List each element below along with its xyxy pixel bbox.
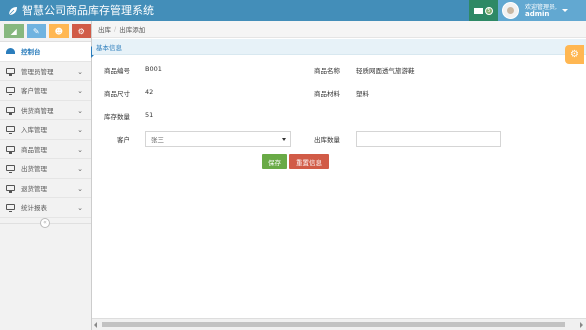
breadcrumb-item-current: 出库添加 [119, 26, 146, 34]
sidebar-item-label: 客户管理 [21, 87, 47, 96]
avatar [502, 2, 519, 19]
top-navbar: 智慧公司商品库存管理系统 5 欢迎管理员, admin [0, 0, 586, 21]
settings-button[interactable]: ⚙ [565, 45, 584, 64]
section-title: 基本信息 [96, 43, 122, 52]
monitor-icon [6, 126, 15, 135]
scroll-left-icon[interactable] [94, 322, 97, 328]
dropdown-arrow-icon [282, 138, 286, 141]
monitor-icon [6, 204, 15, 213]
chevron-down-icon: ⌄ [77, 184, 83, 193]
sidebar-item-admin[interactable]: 管理员管理 ⌄ [0, 62, 91, 81]
mail-button[interactable]: 5 [469, 0, 498, 21]
customer-select[interactable]: 张三 [145, 131, 291, 147]
code-label: 商品编号 [104, 67, 130, 75]
caret-down-icon [561, 9, 568, 12]
shortcut-buttons: ◢ ✎ ☻ ⚙ [0, 21, 91, 42]
sidebar-item-dashboard[interactable]: 控制台 [0, 42, 97, 62]
material-label: 商品材料 [314, 90, 340, 98]
main-content: 出库 / 出库添加 基本信息 ⚙ 商品编号 B001 商品名称 轻质网面透气旅游… [92, 21, 586, 330]
name-label: 商品名称 [314, 67, 340, 75]
leaf-icon [8, 6, 17, 15]
stock-value: 51 [145, 111, 154, 119]
size-label: 商品尺寸 [104, 90, 130, 98]
qty-label: 出库数量 [314, 136, 340, 144]
users-icon: ☻ [54, 26, 63, 36]
sidebar: ◢ ✎ ☻ ⚙ 控制台 管理员管理 ⌄ 客户管理 ⌄ 供货商管理 ⌄ 入库管理 … [0, 21, 97, 330]
mail-count-badge: 5 [485, 6, 493, 15]
double-chevron-left-icon: « [43, 219, 47, 226]
chevron-down-icon: ⌄ [77, 145, 83, 154]
chevron-down-icon: ⌄ [77, 67, 83, 76]
users-shortcut-button[interactable]: ☻ [49, 24, 69, 38]
sidebar-item-label: 退货管理 [21, 184, 47, 193]
app-brand[interactable]: 智慧公司商品库存管理系统 [8, 3, 154, 18]
chevron-down-icon: ⌄ [77, 87, 83, 95]
sidebar-item-products[interactable]: 商品管理 ⌄ [0, 140, 91, 159]
code-value: B001 [145, 65, 162, 73]
name-value: 轻质网面透气旅游鞋 [356, 67, 415, 75]
chevron-down-icon: ⌄ [77, 204, 83, 212]
pencil-icon: ✎ [32, 26, 40, 36]
monitor-icon [6, 165, 15, 174]
sidebar-item-label: 供货商管理 [21, 106, 54, 115]
monitor-icon [6, 67, 15, 76]
size-value: 42 [145, 88, 154, 96]
user-menu[interactable]: 欢迎管理员, admin [498, 0, 586, 21]
breadcrumb-item[interactable]: 出库 [98, 24, 111, 34]
dashboard-icon [6, 48, 15, 55]
monitor-icon [6, 106, 15, 115]
monitor-icon [6, 184, 15, 193]
cogs-shortcut-button[interactable]: ⚙ [71, 24, 91, 38]
sidebar-item-label: 入库管理 [21, 126, 47, 135]
save-button[interactable]: 保存 [262, 154, 287, 169]
sidebar-item-returns[interactable]: 退货管理 ⌄ [0, 179, 91, 198]
stock-label: 库存数量 [104, 113, 130, 121]
section-header: 基本信息 [92, 39, 586, 55]
sidebar-item-label: 商品管理 [21, 145, 47, 154]
breadcrumb: 出库 / 出库添加 [92, 21, 586, 38]
sidebar-item-label: 统计报表 [21, 204, 47, 213]
app-title: 智慧公司商品库存管理系统 [22, 4, 154, 17]
breadcrumb-separator: / [114, 25, 117, 33]
monitor-icon [6, 145, 15, 154]
reset-button[interactable]: 重置信息 [289, 154, 329, 169]
sidebar-item-inbound[interactable]: 入库管理 ⌄ [0, 120, 91, 140]
cogs-icon: ⚙ [77, 26, 85, 36]
gear-icon: ⚙ [570, 49, 579, 60]
sidebar-item-label: 管理员管理 [21, 67, 54, 76]
pencil-shortcut-button[interactable]: ✎ [26, 24, 46, 38]
sidebar-collapse-button[interactable]: « [40, 218, 50, 228]
monitor-icon [6, 87, 15, 96]
customer-label: 客户 [117, 136, 130, 144]
chart-icon: ◢ [10, 26, 17, 36]
horizontal-scrollbar[interactable] [92, 318, 586, 330]
sidebar-item-customers[interactable]: 客户管理 ⌄ [0, 81, 91, 101]
chevron-down-icon: ⌄ [77, 165, 83, 173]
envelope-icon [474, 7, 483, 14]
sidebar-item-label: 出货管理 [21, 165, 47, 174]
material-value: 塑料 [356, 90, 369, 98]
sidebar-item-reports[interactable]: 统计报表 ⌄ [0, 198, 91, 218]
sidebar-item-label: 控制台 [21, 48, 41, 57]
scroll-right-icon[interactable] [580, 322, 583, 328]
chevron-down-icon: ⌄ [77, 106, 83, 115]
chevron-down-icon: ⌄ [77, 126, 83, 134]
chart-shortcut-button[interactable]: ◢ [4, 24, 24, 38]
username: admin [525, 9, 550, 18]
sidebar-item-outbound[interactable]: 出货管理 ⌄ [0, 159, 91, 179]
qty-input[interactable] [356, 131, 501, 147]
scrollbar-thumb[interactable] [102, 322, 565, 327]
sidebar-item-suppliers[interactable]: 供货商管理 ⌄ [0, 101, 91, 120]
customer-selected-value: 张三 [151, 136, 164, 144]
